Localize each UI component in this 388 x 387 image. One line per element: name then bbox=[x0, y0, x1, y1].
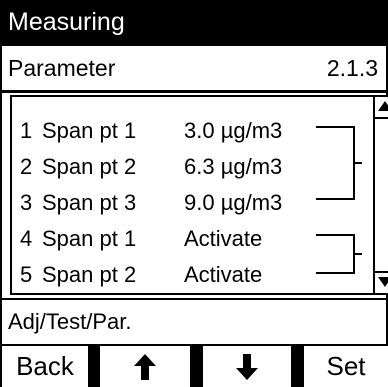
item-name: Span pt 3 bbox=[42, 190, 137, 215]
triangle-up-icon bbox=[378, 101, 388, 111]
parameter-header: Parameter 2.1.3 bbox=[2, 46, 386, 90]
scroll-up-button[interactable] bbox=[375, 97, 388, 119]
item-name: Span pt 2 bbox=[42, 262, 137, 287]
set-button[interactable]: Set bbox=[304, 346, 388, 387]
scroll-down-button[interactable] bbox=[375, 271, 388, 293]
triangle-down-icon bbox=[378, 277, 388, 287]
arrow-up-icon bbox=[134, 354, 156, 380]
item-name: Span pt 1 bbox=[42, 226, 137, 251]
item-value: Activate bbox=[184, 262, 263, 287]
arrow-down-icon bbox=[236, 354, 258, 380]
parameter-label: Parameter bbox=[8, 55, 116, 81]
scrollbar[interactable] bbox=[373, 97, 388, 293]
group-bracket bbox=[316, 234, 362, 274]
item-number: 3 bbox=[20, 190, 33, 215]
parameter-list: 1 Span pt 1 3.0 µg/m3 2 Span pt 2 6.3 µg… bbox=[10, 95, 388, 295]
menu-code: 2.1.3 bbox=[326, 55, 378, 81]
item-number: 5 bbox=[20, 262, 33, 287]
item-value: 3.0 µg/m3 bbox=[184, 118, 283, 143]
back-button[interactable]: Back bbox=[2, 346, 88, 387]
item-number: 2 bbox=[20, 154, 33, 179]
parameter-list-panel: 1 Span pt 1 3.0 µg/m3 2 Span pt 2 6.3 µg… bbox=[2, 93, 388, 298]
up-button[interactable] bbox=[100, 346, 190, 387]
group-bracket bbox=[316, 126, 362, 200]
item-value: 9.0 µg/m3 bbox=[184, 190, 283, 215]
down-button[interactable] bbox=[203, 346, 291, 387]
item-number: 1 bbox=[20, 118, 33, 143]
device-screen: Measuring Parameter 2.1.3 1 Span pt 1 3.… bbox=[0, 0, 388, 387]
status-text: Adj/Test/Par. bbox=[8, 309, 132, 334]
item-number: 4 bbox=[20, 226, 33, 251]
status-bar: Adj/Test/Par. bbox=[2, 300, 386, 344]
item-name: Span pt 1 bbox=[42, 118, 137, 143]
screen-title: Measuring bbox=[0, 0, 388, 44]
item-name: Span pt 2 bbox=[42, 154, 137, 179]
softkey-bar: Back Set bbox=[0, 346, 388, 387]
item-value: Activate bbox=[184, 226, 263, 251]
item-value: 6.3 µg/m3 bbox=[184, 154, 283, 179]
